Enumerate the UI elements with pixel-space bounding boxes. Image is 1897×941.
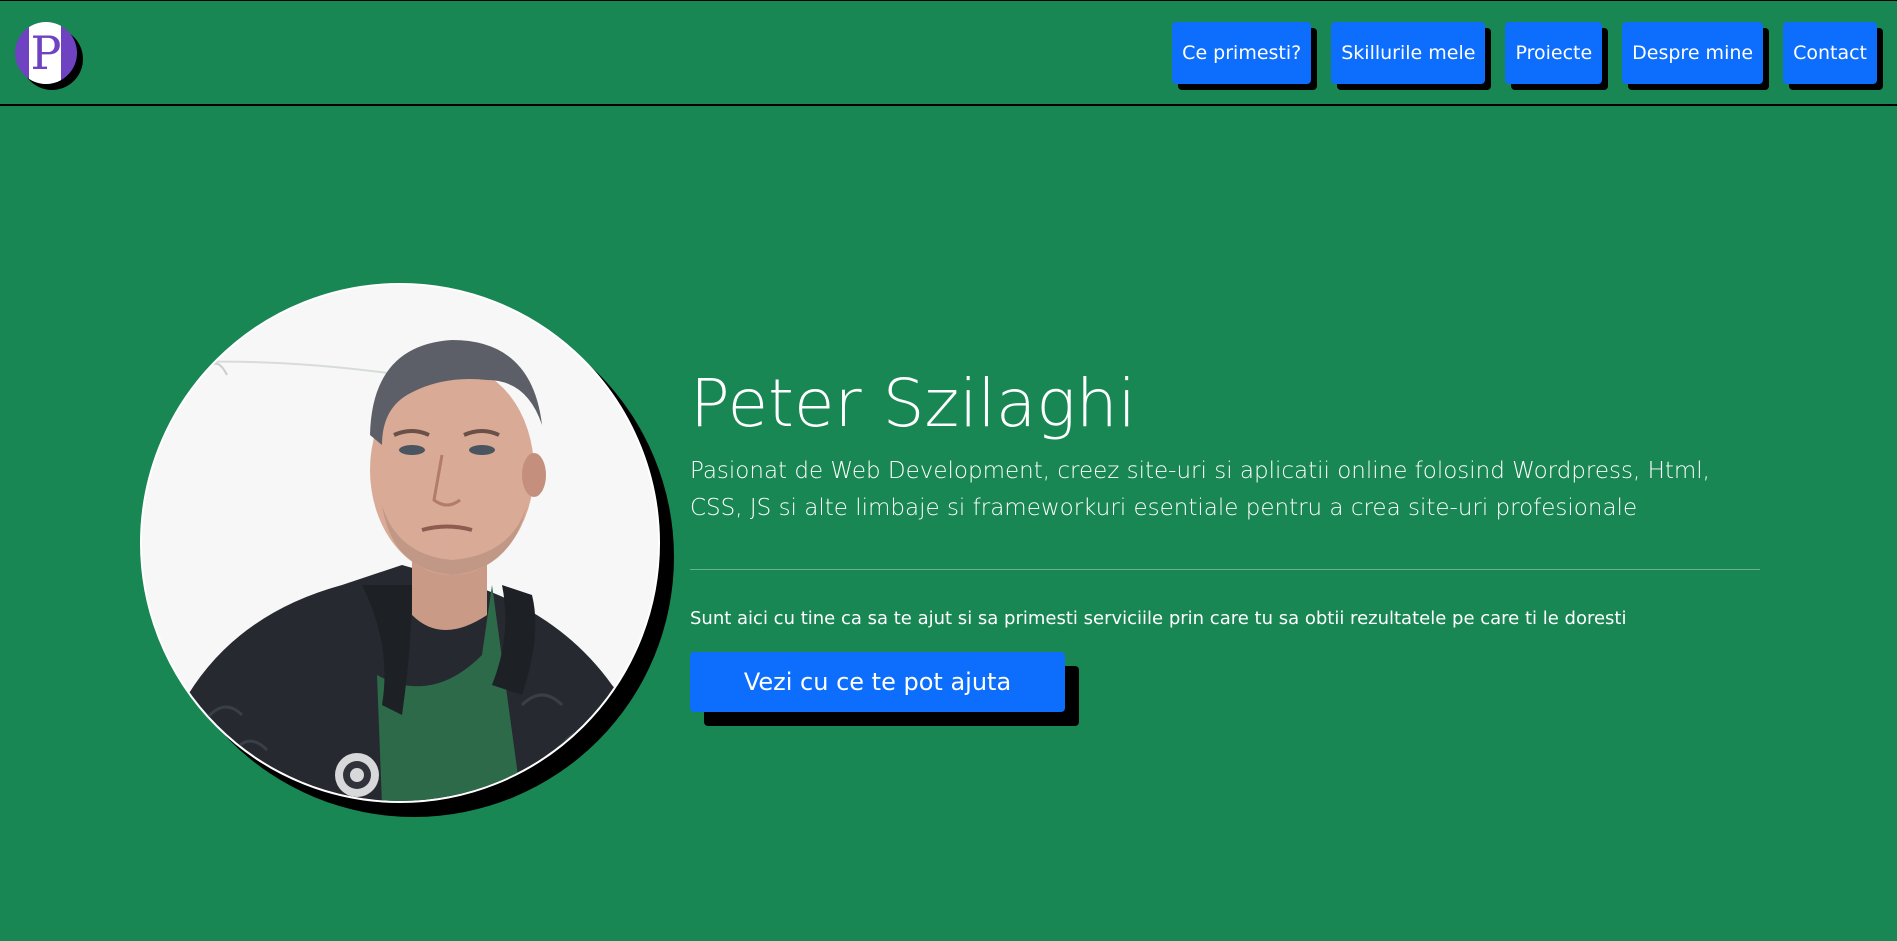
letter-p-logo-icon: P: [30, 26, 62, 80]
nav-proiecte-button[interactable]: Proiecte: [1505, 22, 1603, 84]
brand-logo[interactable]: P: [15, 22, 77, 84]
hero-section: Peter Szilaghi Pasionat de Web Developme…: [0, 108, 1897, 941]
hero-text-block: Peter Szilaghi Pasionat de Web Developme…: [690, 363, 1760, 712]
hero-lead: Pasionat de Web Development, creez site-…: [690, 458, 1710, 521]
nav-links: Ce primesti? Skillurile mele Proiecte De…: [1172, 22, 1877, 84]
profile-photo: [140, 283, 660, 803]
nav-despre-mine-button[interactable]: Despre mine: [1622, 22, 1764, 84]
nav-contact-button[interactable]: Contact: [1783, 22, 1877, 84]
hero-name: Peter Szilaghi: [690, 365, 1137, 442]
navbar: P Ce primesti? Skillurile mele Proiecte …: [0, 0, 1897, 106]
hero-divider: [690, 569, 1760, 570]
cta-button[interactable]: Vezi cu ce te pot ajuta: [690, 652, 1065, 712]
hero-subtext: Sunt aici cu tine ca sa te ajut si sa pr…: [690, 608, 1627, 629]
nav-ce-primesti-button[interactable]: Ce primesti?: [1172, 22, 1312, 84]
profile-photo-illustration: [142, 285, 658, 801]
nav-skillurile-mele-button[interactable]: Skillurile mele: [1331, 22, 1486, 84]
